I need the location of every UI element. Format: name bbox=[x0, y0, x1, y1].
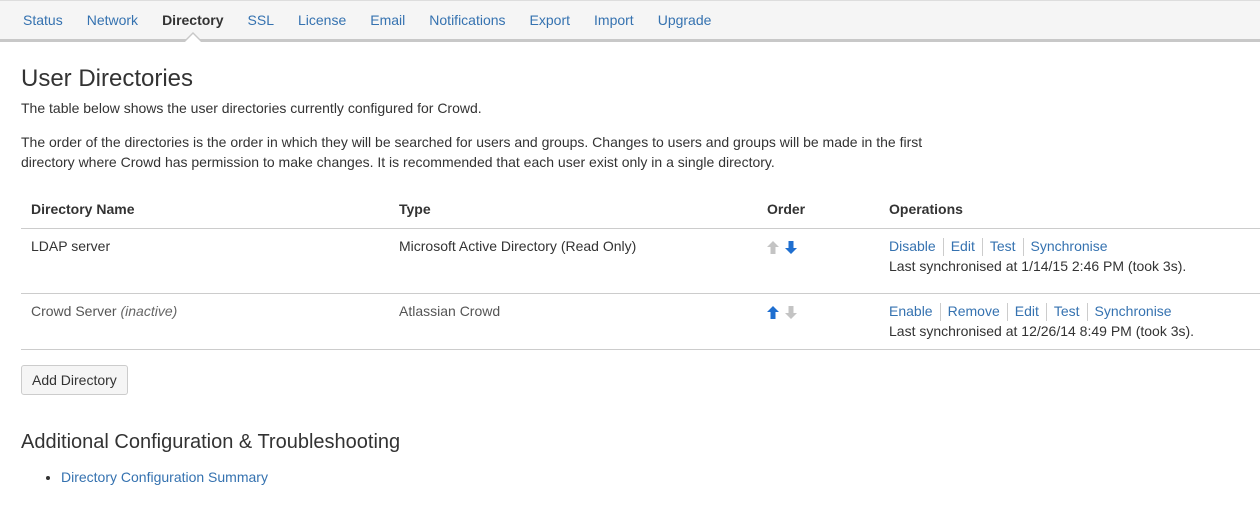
edit-link[interactable]: Edit bbox=[1015, 303, 1039, 319]
nav-tab-directory[interactable]: Directory bbox=[150, 1, 235, 42]
move-down-arrow-icon bbox=[785, 305, 797, 319]
link-separator bbox=[1086, 303, 1088, 322]
additional-config-heading: Additional Configuration & Troubleshooti… bbox=[21, 431, 401, 453]
nav-tab-upgrade[interactable]: Upgrade bbox=[646, 1, 724, 39]
move-up-arrow-icon[interactable] bbox=[767, 305, 779, 319]
nav-tab-ssl[interactable]: SSL bbox=[236, 1, 286, 39]
enable-link[interactable]: Enable bbox=[889, 303, 933, 319]
nav-tab-import[interactable]: Import bbox=[582, 1, 646, 39]
list-item: Directory Configuration Summary bbox=[61, 469, 1260, 485]
operations-cell: Disable Edit Test Synchronise Last synchron… bbox=[879, 228, 1260, 294]
test-link[interactable]: Test bbox=[990, 238, 1016, 254]
inactive-label: (inactive) bbox=[120, 303, 178, 319]
directory-configuration-summary-link[interactable]: Directory Configuration Summary bbox=[61, 469, 268, 485]
operations-links: Disable Edit Test Synchronise bbox=[889, 238, 1250, 257]
operations-cell: Enable Remove Edit Test Synchronise Last syn… bbox=[879, 293, 1260, 350]
top-navigation: Status Network Directory SSL License Ema… bbox=[0, 0, 1260, 42]
test-link[interactable]: Test bbox=[1054, 303, 1080, 319]
table-row: Crowd Server (inactive) Atlassian Crowd … bbox=[21, 293, 1260, 350]
move-down-arrow-icon[interactable] bbox=[785, 240, 797, 254]
order-cell bbox=[757, 293, 879, 350]
column-header-operations: Operations bbox=[879, 194, 1260, 229]
description-text: The order of the directories is the orde… bbox=[21, 134, 923, 170]
directory-type: Microsoft Active Directory (Read Only) bbox=[389, 228, 757, 294]
link-separator bbox=[1045, 303, 1047, 322]
table-row: LDAP server Microsoft Active Directory (… bbox=[21, 228, 1260, 294]
nav-tab-notifications[interactable]: Notifications bbox=[417, 1, 517, 39]
column-header-type: Type bbox=[389, 194, 757, 229]
table-header-row: Directory Name Type Order Operations bbox=[21, 194, 1260, 229]
nav-tab-email[interactable]: Email bbox=[358, 1, 417, 39]
nav-tab-export[interactable]: Export bbox=[518, 1, 582, 39]
operations-links: Enable Remove Edit Test Synchronise bbox=[889, 303, 1250, 322]
sync-status: Last synchronised at 1/14/15 2:46 PM (to… bbox=[889, 258, 1187, 275]
column-header-order: Order bbox=[757, 194, 879, 229]
add-directory-button[interactable]: Add Directory bbox=[21, 365, 128, 395]
directory-name-cell: Crowd Server (inactive) bbox=[21, 293, 389, 350]
main-content: User Directories The table below shows t… bbox=[21, 62, 1260, 485]
directory-name: LDAP server bbox=[31, 238, 111, 254]
nav-tab-network[interactable]: Network bbox=[75, 1, 150, 39]
link-separator bbox=[1006, 303, 1008, 322]
additional-links-list: Directory Configuration Summary bbox=[21, 469, 1260, 485]
synchronise-link[interactable]: Synchronise bbox=[1095, 303, 1172, 319]
nav-tab-license[interactable]: License bbox=[286, 1, 358, 39]
intro-text: The table below shows the user directori… bbox=[21, 100, 482, 116]
remove-link[interactable]: Remove bbox=[948, 303, 1000, 319]
edit-link[interactable]: Edit bbox=[951, 238, 975, 254]
disable-link[interactable]: Disable bbox=[889, 238, 936, 254]
sync-status: Last synchronised at 12/26/14 8:49 PM (t… bbox=[889, 323, 1195, 340]
directory-name: Crowd Server bbox=[31, 303, 117, 319]
link-separator bbox=[1022, 238, 1024, 257]
move-up-arrow-icon bbox=[767, 240, 779, 254]
synchronise-link[interactable]: Synchronise bbox=[1031, 238, 1108, 254]
directories-table: Directory Name Type Order Operations LDA… bbox=[21, 194, 1260, 350]
column-header-name: Directory Name bbox=[21, 194, 389, 229]
link-separator bbox=[939, 303, 941, 322]
directory-name-cell: LDAP server bbox=[21, 228, 389, 294]
directory-type: Atlassian Crowd bbox=[389, 293, 757, 350]
order-cell bbox=[757, 228, 879, 294]
nav-tab-status[interactable]: Status bbox=[11, 1, 75, 39]
link-separator bbox=[942, 238, 944, 257]
page-title: User Directories bbox=[21, 65, 194, 92]
link-separator bbox=[981, 238, 983, 257]
